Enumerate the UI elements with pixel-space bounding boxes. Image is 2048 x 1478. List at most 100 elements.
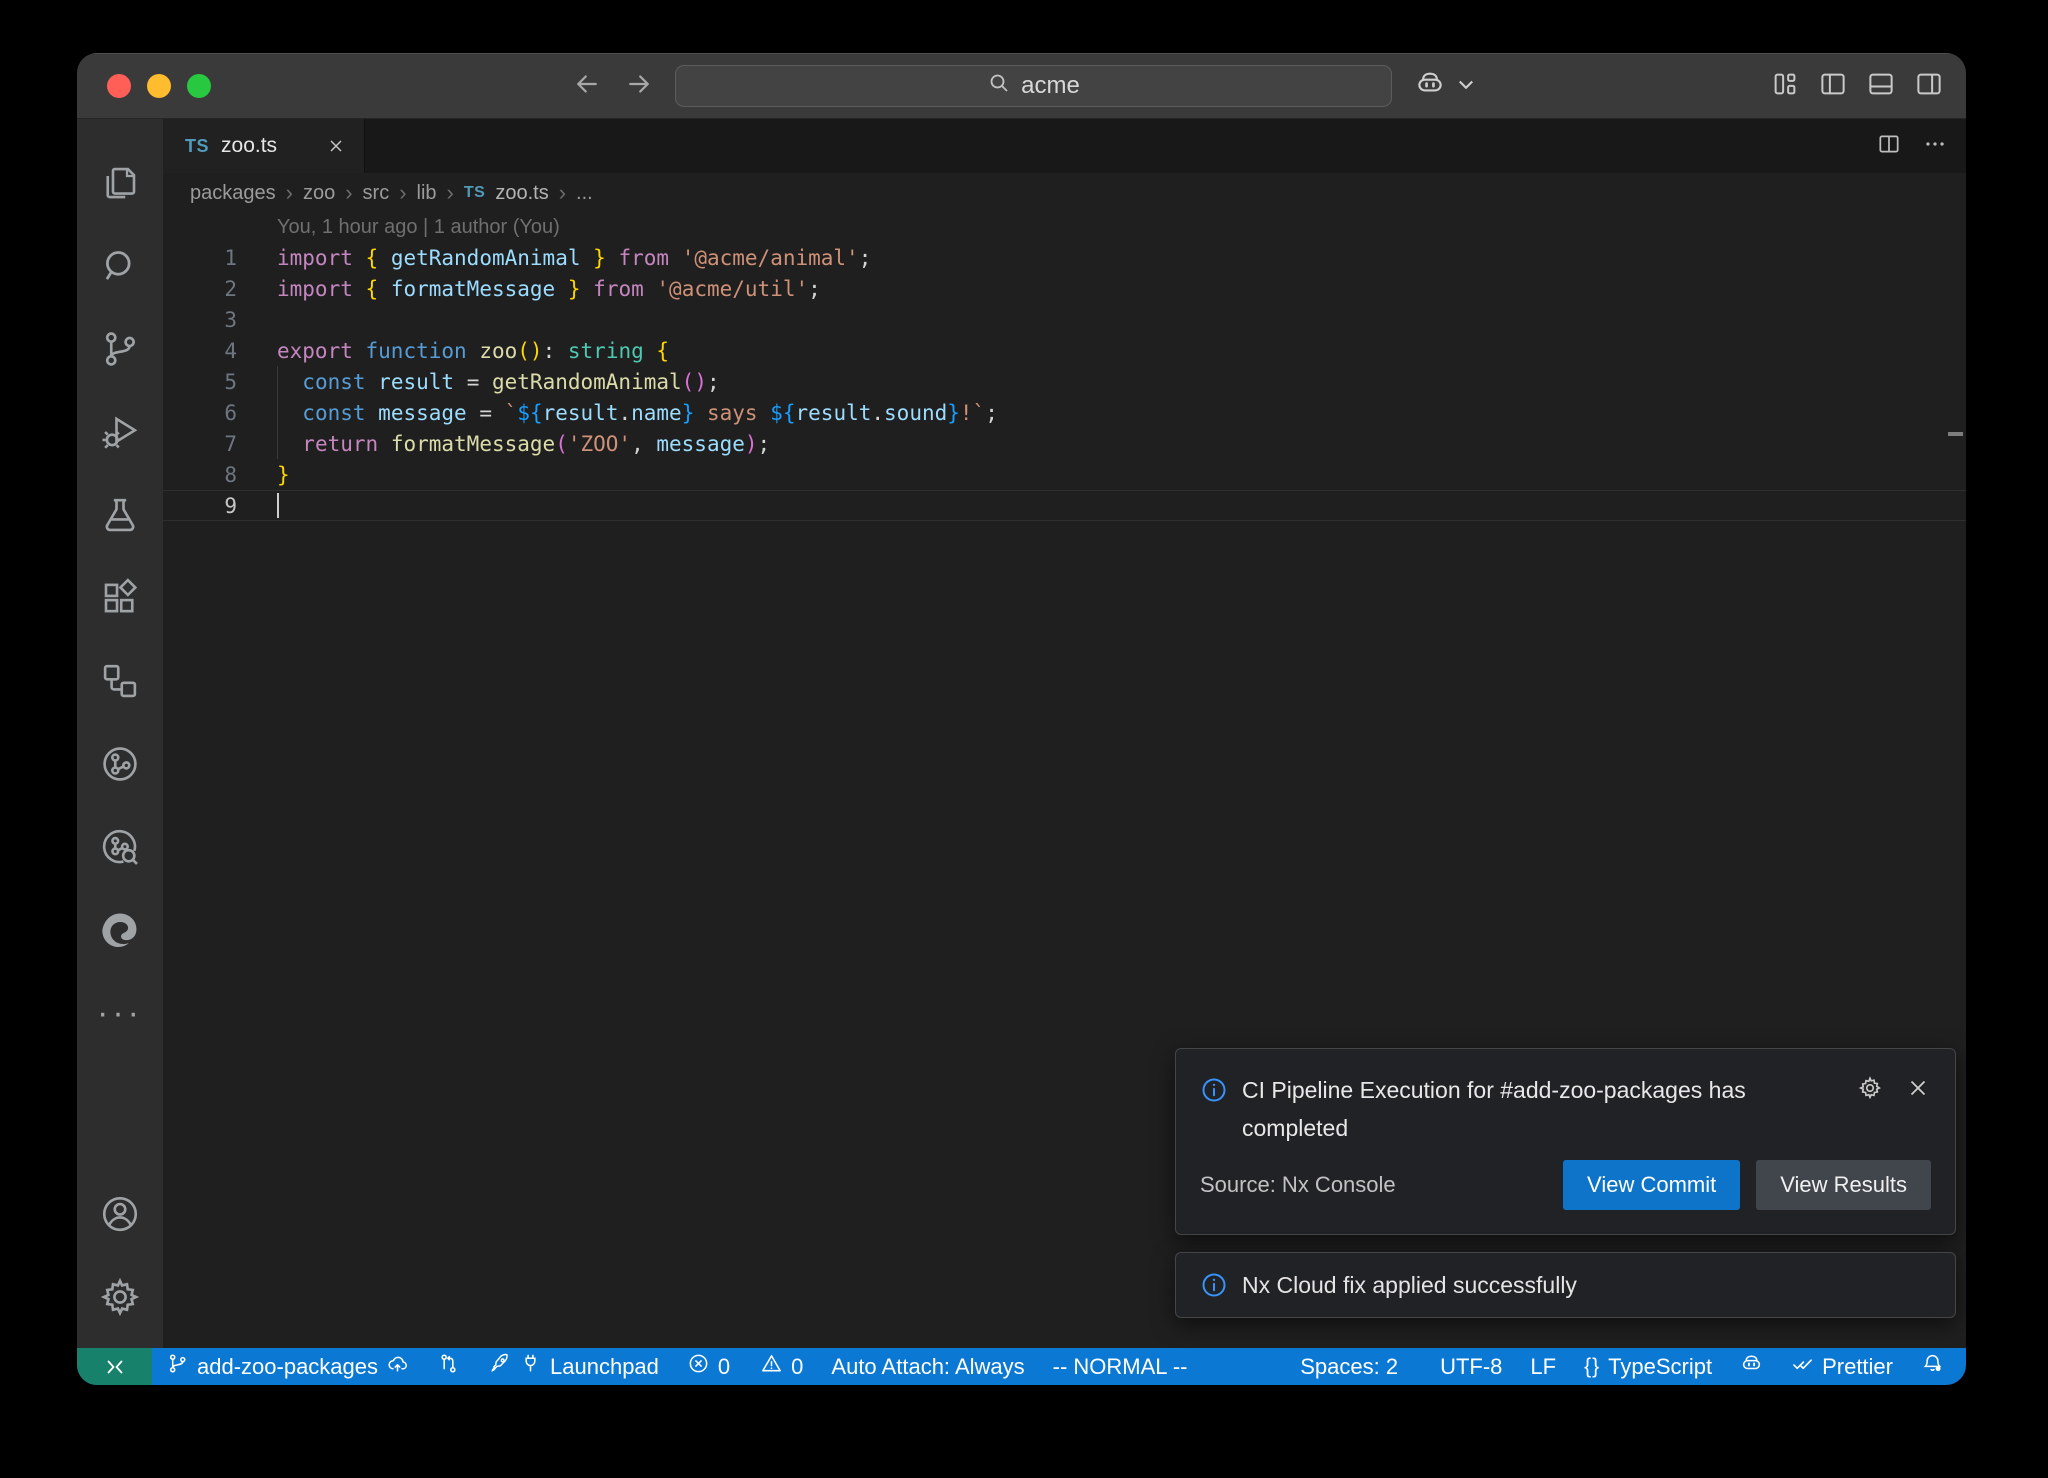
launchpad-status[interactable]: Launchpad — [474, 1348, 673, 1385]
remote-indicator[interactable] — [77, 1348, 152, 1385]
minimize-window-button[interactable] — [147, 74, 171, 98]
account-icon[interactable] — [77, 1172, 163, 1255]
nx-console-icon[interactable] — [77, 722, 163, 805]
settings-gear-icon[interactable] — [77, 1255, 163, 1338]
formatter-status[interactable]: Prettier — [1777, 1348, 1907, 1385]
copilot-status[interactable] — [1726, 1348, 1777, 1385]
git-branch-status[interactable]: add-zoo-packages — [152, 1348, 423, 1385]
indent-guide — [277, 366, 278, 459]
language-label: TypeScript — [1608, 1354, 1712, 1380]
code-lines: 1import { getRandomAnimal } from '@acme/… — [163, 242, 1966, 521]
line-number[interactable]: 5 — [163, 370, 277, 394]
vscode-window: acme — [77, 53, 1966, 1385]
git-compare-status[interactable] — [423, 1348, 474, 1385]
notifications-bell[interactable] — [1907, 1348, 1958, 1385]
info-icon — [1200, 1076, 1228, 1104]
line-number[interactable]: 4 — [163, 339, 277, 363]
line-number[interactable]: 3 — [163, 308, 277, 332]
breadcrumb-item[interactable]: lib — [417, 182, 437, 205]
extensions-icon[interactable] — [77, 556, 163, 639]
code-content: } — [277, 463, 290, 487]
references-icon[interactable] — [77, 639, 163, 722]
view-results-button[interactable]: View Results — [1756, 1160, 1931, 1210]
line-number[interactable]: 1 — [163, 246, 277, 270]
toggle-secondary-sidebar-icon[interactable] — [1914, 69, 1944, 104]
errors-icon — [687, 1352, 710, 1381]
edge-browser-icon[interactable] — [77, 888, 163, 971]
search-icon — [987, 71, 1011, 102]
notification-settings-gear-icon[interactable] — [1857, 1075, 1883, 1106]
eol-status[interactable]: LF — [1516, 1348, 1570, 1385]
editor-actions-more-icon[interactable] — [1922, 131, 1948, 162]
traffic-lights — [107, 74, 211, 98]
notification-source: Source: Nx Console — [1200, 1172, 1396, 1198]
close-window-button[interactable] — [107, 74, 131, 98]
blame-annotation: You, 1 hour ago | 1 author (You) — [163, 213, 1966, 242]
run-debug-icon[interactable] — [77, 390, 163, 473]
branch-name: add-zoo-packages — [197, 1354, 378, 1380]
notification-nx-cloud-fix: Nx Cloud fix applied successfully — [1175, 1252, 1956, 1318]
copilot-icon — [1415, 69, 1445, 104]
line-number[interactable]: 8 — [163, 463, 277, 487]
notification-message: CI Pipeline Execution for #add-zoo-packa… — [1242, 1071, 1822, 1147]
code-line[interactable]: 3 — [163, 304, 1966, 335]
auto-attach-label: Auto Attach: Always — [831, 1354, 1024, 1380]
breadcrumb: packages › zoo › src › lib › TS zoo.ts ›… — [163, 173, 1966, 213]
language-status[interactable]: {} TypeScript — [1570, 1348, 1726, 1385]
formatter-label: Prettier — [1822, 1354, 1893, 1380]
toggle-panel-icon[interactable] — [1866, 69, 1896, 104]
code-line[interactable]: 1import { getRandomAnimal } from '@acme/… — [163, 242, 1966, 273]
line-number[interactable]: 9 — [163, 494, 277, 518]
zoom-window-button[interactable] — [187, 74, 211, 98]
customize-layout-icon[interactable] — [1770, 69, 1800, 104]
nx-cloud-icon[interactable] — [77, 805, 163, 888]
copilot-menu[interactable] — [1415, 53, 1481, 119]
code-content: import { formatMessage } from '@acme/uti… — [277, 277, 821, 301]
explorer-icon[interactable] — [77, 141, 163, 224]
breadcrumb-file[interactable]: zoo.ts — [495, 182, 548, 205]
source-control-icon[interactable] — [77, 307, 163, 390]
code-line[interactable]: 7 return formatMessage('ZOO', message); — [163, 428, 1966, 459]
search-sidebar-icon[interactable] — [77, 224, 163, 307]
indentation-status[interactable]: Spaces: 2 — [1286, 1348, 1412, 1385]
testing-icon[interactable] — [77, 473, 163, 556]
code-line[interactable]: 2import { formatMessage } from '@acme/ut… — [163, 273, 1966, 304]
tab-label: zoo.ts — [221, 134, 277, 158]
git-compare-icon — [437, 1352, 460, 1381]
tab-close-icon[interactable] — [326, 136, 346, 156]
vim-mode-status[interactable]: -- NORMAL -- — [1039, 1348, 1202, 1385]
publish-cloud-icon — [386, 1352, 409, 1381]
code-line[interactable]: 6 const message = `${result.name} says $… — [163, 397, 1966, 428]
breadcrumb-overflow[interactable]: ... — [576, 182, 593, 205]
view-commit-button[interactable]: View Commit — [1563, 1160, 1740, 1210]
line-number[interactable]: 2 — [163, 277, 277, 301]
code-line[interactable]: 9 — [163, 490, 1966, 521]
breadcrumb-item[interactable]: zoo — [303, 182, 335, 205]
breadcrumb-item[interactable]: packages — [190, 182, 276, 205]
search-input[interactable]: acme — [675, 65, 1392, 107]
breadcrumb-separator: › — [559, 180, 566, 206]
code-line[interactable]: 4export function zoo(): string { — [163, 335, 1966, 366]
breadcrumb-item[interactable]: src — [363, 182, 390, 205]
line-number[interactable]: 6 — [163, 401, 277, 425]
code-line[interactable]: 8} — [163, 459, 1966, 490]
double-check-icon — [1791, 1352, 1814, 1381]
problems-status[interactable]: 0 0 — [673, 1348, 818, 1385]
tab-zoo-ts[interactable]: TS zoo.ts — [163, 119, 365, 173]
git-branch-icon — [166, 1352, 189, 1381]
overview-ruler-mark — [1948, 432, 1963, 436]
encoding-status[interactable]: UTF-8 — [1426, 1348, 1516, 1385]
code-content — [277, 493, 279, 518]
back-arrow-icon[interactable] — [572, 69, 602, 104]
forward-arrow-icon[interactable] — [624, 69, 654, 104]
split-editor-icon[interactable] — [1876, 131, 1902, 162]
code-line[interactable]: 5 const result = getRandomAnimal(); — [163, 366, 1966, 397]
more-views-icon[interactable]: ··· — [77, 971, 163, 1054]
auto-attach-status[interactable]: Auto Attach: Always — [817, 1348, 1038, 1385]
code-content: const result = getRandomAnimal(); — [277, 370, 720, 394]
line-number[interactable]: 7 — [163, 432, 277, 456]
toggle-primary-sidebar-icon[interactable] — [1818, 69, 1848, 104]
rocket-icon — [488, 1352, 511, 1381]
breadcrumb-separator: › — [286, 180, 293, 206]
notification-close-icon[interactable] — [1905, 1075, 1931, 1106]
